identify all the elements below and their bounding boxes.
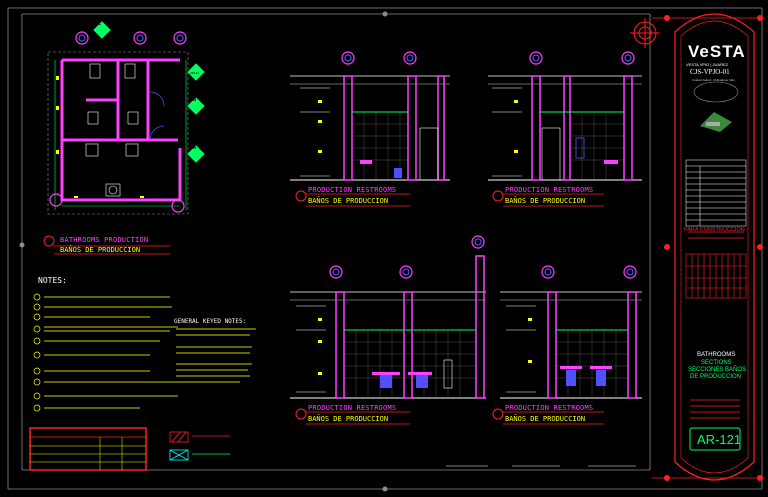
sheet-name-1: BATHROOMS xyxy=(697,352,736,358)
brand-logo: VeSTA xyxy=(688,42,746,61)
area-table xyxy=(29,427,147,471)
plan-title: BATHROOMS PRODUCTION xyxy=(60,236,149,244)
sheet-name-3: SECCIONES BAÑOS xyxy=(688,367,747,373)
sheet-number: AR-121 xyxy=(697,432,742,447)
elevation-1-title: PRODUCTION RESTROOMS xyxy=(308,186,397,194)
elevation-1-subtitle: BAÑOS DE PRODUCCION xyxy=(308,197,389,205)
plan-subtitle: BAÑOS DE PRODUCCION xyxy=(60,246,141,254)
sheet-name-2: SECTIONS xyxy=(701,360,732,366)
elevation-2 xyxy=(488,75,642,181)
notes-heading: NOTES: xyxy=(38,276,67,285)
section-tag-sheet: AR121 xyxy=(190,71,200,75)
section-tag-a: A xyxy=(193,145,197,151)
company-logo-icon xyxy=(693,81,739,132)
sheet-name-4: DE PRODUCCION xyxy=(690,374,742,380)
hatch-legend xyxy=(169,431,230,461)
elevation-3-title: PRODUCTION RESTROOMS xyxy=(308,404,397,412)
drawing-title-bullets xyxy=(43,190,504,420)
section-tag-c: C xyxy=(98,21,102,27)
title-block-frame xyxy=(674,13,755,481)
cad-sheet: PRODUCTION RESTROOMS BAÑOS DE PRODUCCION… xyxy=(0,0,768,497)
elevation-1 xyxy=(290,75,450,181)
floor-plan xyxy=(47,51,189,215)
brand-tagline: VESTA VPIO | JUAREZ xyxy=(686,62,729,67)
north-arrow-icon xyxy=(630,18,660,48)
section-tag-b: B xyxy=(193,97,197,103)
elevation-3 xyxy=(290,255,486,399)
keyed-notes-heading: GENERAL KEYED NOTES: xyxy=(174,318,247,325)
construction-label: PARA CONSTRUCCION xyxy=(684,227,745,233)
project-address: Ciudad Juárez, Chihuahua, Méx. xyxy=(692,78,736,82)
notes-lines xyxy=(44,296,256,409)
notes-bullets xyxy=(33,293,41,412)
elevation-4 xyxy=(500,291,642,399)
project-code: CJS-VPJO-01 xyxy=(690,68,730,76)
elevation-2-title: PRODUCTION RESTROOMS xyxy=(505,186,594,194)
elevation-2-subtitle: BAÑOS DE PRODUCCION xyxy=(505,197,586,205)
elevation-4-subtitle: BAÑOS DE PRODUCCION xyxy=(505,415,586,423)
elevation-3-subtitle: BAÑOS DE PRODUCCION xyxy=(308,415,389,423)
elevation-4-title: PRODUCTION RESTROOMS xyxy=(505,404,594,412)
